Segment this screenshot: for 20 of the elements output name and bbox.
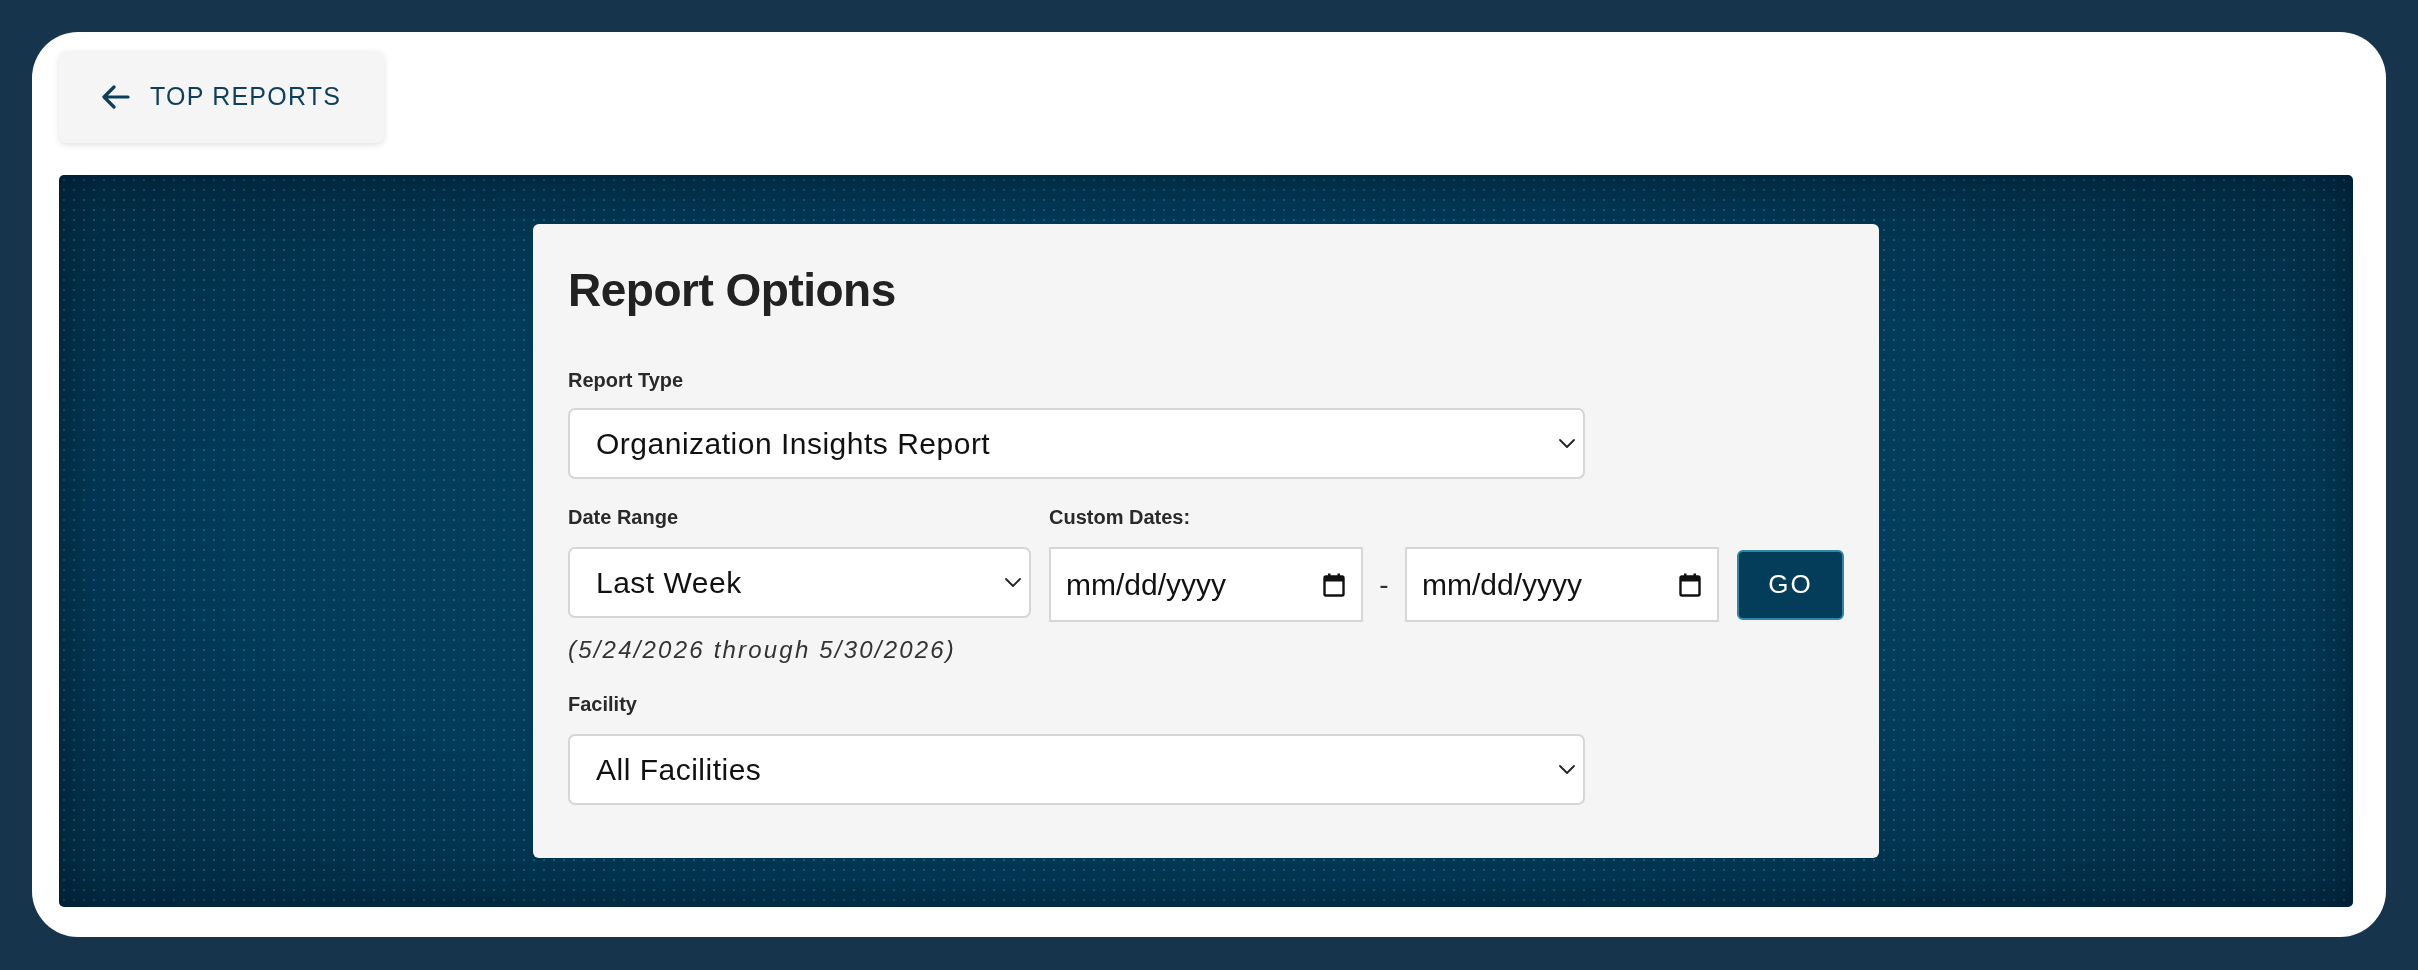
form-title: Report Options (568, 263, 896, 318)
back-button[interactable]: TOP REPORTS (59, 51, 384, 143)
field-label: Date Range (568, 505, 679, 530)
chevron-down-icon (1559, 765, 1575, 774)
arrow-left-icon (102, 85, 130, 109)
calendar-icon (1323, 572, 1345, 597)
calendar-icon (1679, 572, 1701, 597)
go-button[interactable]: GO (1737, 549, 1844, 620)
chevron-down-icon (1559, 439, 1575, 448)
facility-select[interactable]: All Facilities (568, 734, 1585, 805)
date-range-note: (5/24/2026 through 5/30/2026) (568, 635, 957, 665)
field-label: Facility (568, 692, 637, 717)
field-label: Report Type (568, 368, 684, 393)
chevron-down-icon (1005, 578, 1021, 587)
date-field[interactable]: mm/dd/yyyy (1049, 547, 1363, 622)
date-separator: - (1378, 567, 1390, 602)
date-field[interactable]: mm/dd/yyyy (1405, 547, 1719, 622)
report-type-select[interactable]: Organization Insights Report (568, 408, 1585, 479)
field-label: Custom Dates: (1049, 505, 1191, 530)
date-range-select[interactable]: Last Week (568, 547, 1031, 618)
